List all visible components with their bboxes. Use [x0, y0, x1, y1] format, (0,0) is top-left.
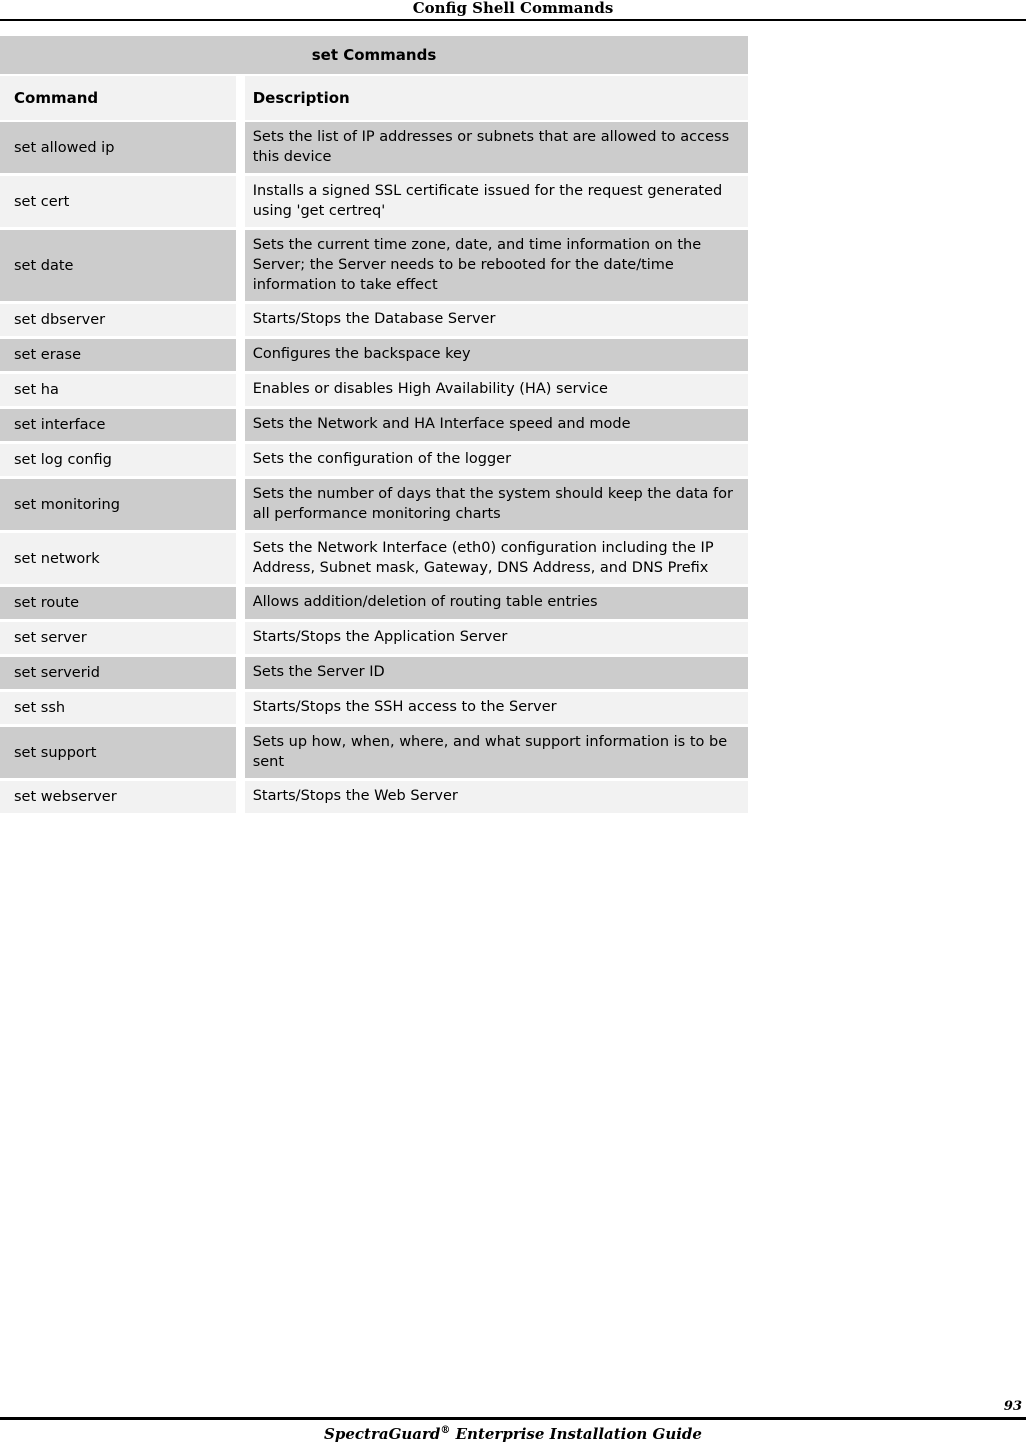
table-row: set allowed ip Sets the list of IP addres… — [0, 122, 748, 176]
description-cell: Enables or disables High Availability (H… — [244, 374, 748, 409]
footer-guide-title: SpectraGuard® Enterprise Installation Gu… — [0, 1425, 1026, 1443]
description-cell: Sets the number of days that the system … — [244, 479, 748, 533]
command-cell: set server — [0, 622, 245, 657]
description-cell: Sets the Network Interface (eth0) config… — [244, 533, 748, 587]
column-header-command: Command — [0, 76, 245, 122]
command-cell: set dbserver — [0, 304, 245, 339]
table-title: set Commands — [0, 36, 748, 76]
table-row: set interface Sets the Network and HA Int… — [0, 409, 748, 444]
page-footer: 93 SpectraGuard® Enterprise Installation… — [0, 1399, 1026, 1452]
command-cell: set webserver — [0, 781, 245, 816]
page-number: 93 — [1003, 1399, 1022, 1414]
table-row: set ssh Starts/Stops the SSH access to th… — [0, 692, 748, 727]
command-cell: set ha — [0, 374, 245, 409]
table-row: set log config Sets the configuration of … — [0, 444, 748, 479]
table-row: set webserver Starts/Stops the Web Server — [0, 781, 748, 816]
command-cell: set date — [0, 230, 245, 304]
page-running-head: Config Shell Commands — [0, 0, 1026, 21]
table-row: set network Sets the Network Interface (e… — [0, 533, 748, 587]
table-header-row: Command Description — [0, 76, 748, 122]
header-divider-rule — [0, 19, 1026, 21]
command-cell: set interface — [0, 409, 245, 444]
command-cell: set allowed ip — [0, 122, 245, 176]
table-row: set monitoring Sets the number of days th… — [0, 479, 748, 533]
table-row: set ha Enables or disables High Availabil… — [0, 374, 748, 409]
description-cell: Allows addition/deletion of routing tabl… — [244, 587, 748, 622]
description-cell: Sets the configuration of the logger — [244, 444, 748, 479]
table-row: set date Sets the current time zone, date… — [0, 230, 748, 304]
command-cell: set serverid — [0, 657, 245, 692]
table-title-row: set Commands — [0, 36, 748, 76]
footer-title-suffix: Enterprise Installation Guide — [450, 1425, 702, 1443]
command-cell: set route — [0, 587, 245, 622]
description-cell: Starts/Stops the Database Server — [244, 304, 748, 339]
table-row: set support Sets up how, when, where, and… — [0, 727, 748, 781]
description-cell: Starts/Stops the SSH access to the Serve… — [244, 692, 748, 727]
table-body: set Commands Command Description set all… — [0, 36, 748, 816]
column-header-description: Description — [244, 76, 748, 122]
running-head-title: Config Shell Commands — [412, 0, 614, 17]
description-cell: Installs a signed SSL certificate issued… — [244, 176, 748, 230]
command-cell: set network — [0, 533, 245, 587]
registered-trademark-icon: ® — [440, 1425, 451, 1436]
command-cell: set log config — [0, 444, 245, 479]
description-cell: Sets the Server ID — [244, 657, 748, 692]
description-cell: Configures the backspace key — [244, 339, 748, 374]
description-cell: Sets the Network and HA Interface speed … — [244, 409, 748, 444]
table-row: set dbserver Starts/Stops the Database Se… — [0, 304, 748, 339]
description-cell: Starts/Stops the Application Server — [244, 622, 748, 657]
description-cell: Sets up how, when, where, and what suppo… — [244, 727, 748, 781]
command-cell: set monitoring — [0, 479, 245, 533]
footer-product-name: SpectraGuard — [324, 1425, 441, 1443]
table-row: set server Starts/Stops the Application S… — [0, 622, 748, 657]
command-cell: set cert — [0, 176, 245, 230]
table-row: set erase Configures the backspace key — [0, 339, 748, 374]
table-row: set route Allows addition/deletion of rou… — [0, 587, 748, 622]
set-commands-table: set Commands Command Description set all… — [0, 36, 748, 816]
description-cell: Starts/Stops the Web Server — [244, 781, 748, 816]
table-row: set cert Installs a signed SSL certificat… — [0, 176, 748, 230]
footer-divider-rule — [0, 1417, 1026, 1420]
command-cell: set ssh — [0, 692, 245, 727]
command-cell: set erase — [0, 339, 245, 374]
command-cell: set support — [0, 727, 245, 781]
description-cell: Sets the current time zone, date, and ti… — [244, 230, 748, 304]
table-row: set serverid Sets the Server ID — [0, 657, 748, 692]
description-cell: Sets the list of IP addresses or subnets… — [244, 122, 748, 176]
